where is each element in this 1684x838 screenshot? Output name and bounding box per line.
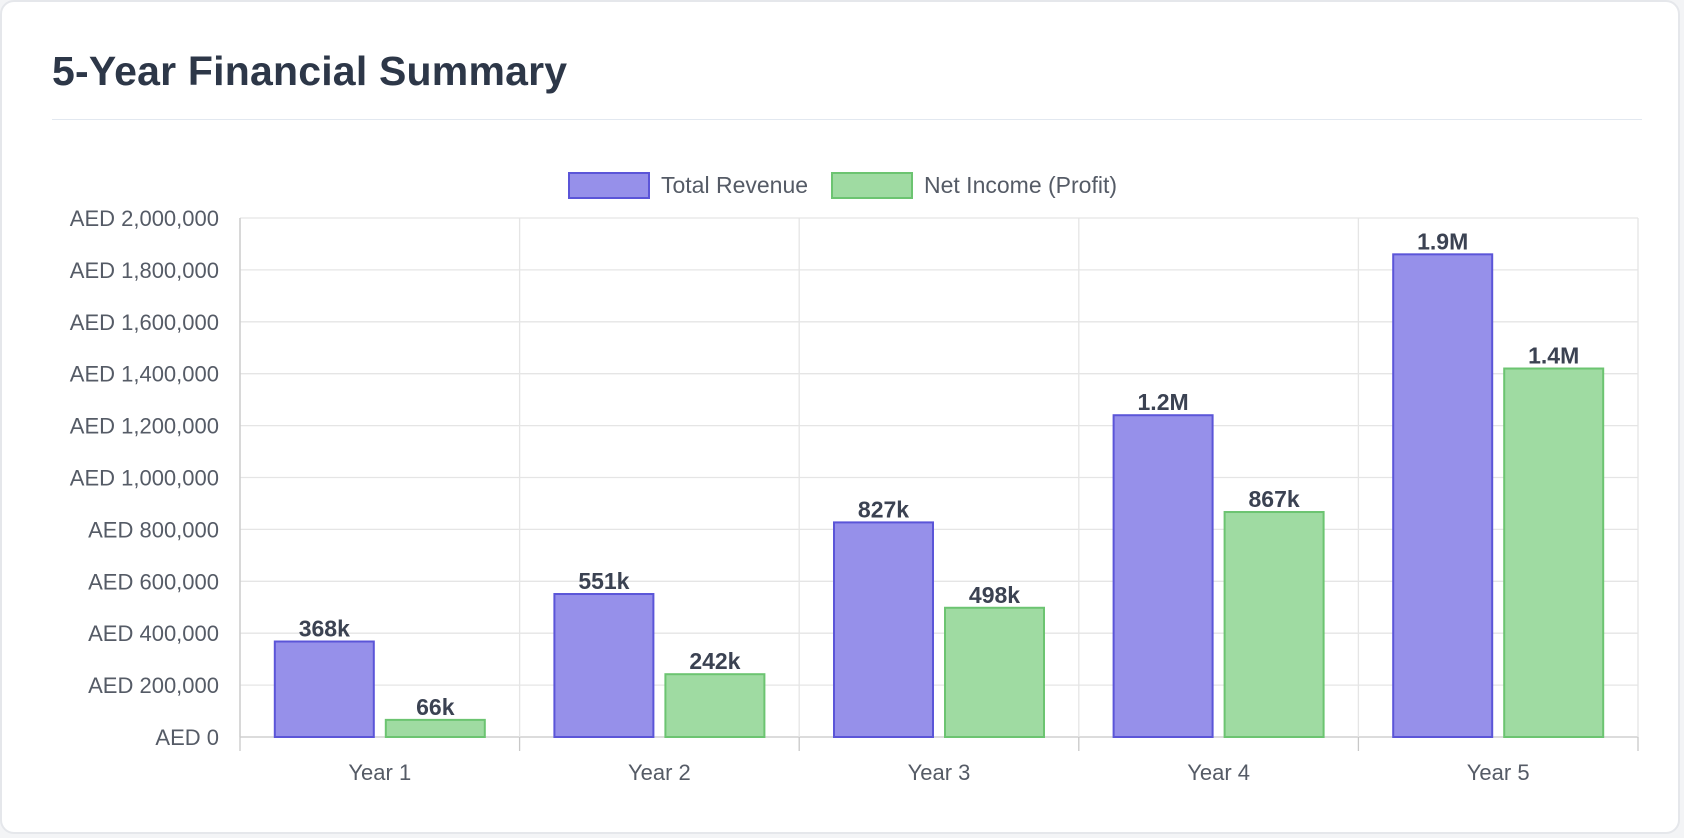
revenue-bar [833,521,934,738]
data-label: 1.4M [1528,343,1579,369]
x-tick-label: Year 3 [908,760,971,785]
y-tick-label: AED 1,600,000 [70,310,219,335]
data-label: 66k [416,694,455,720]
x-tick-label: Year 5 [1467,760,1530,785]
legend-label-revenue: Total Revenue [661,172,808,198]
legend-label-income: Net Income (Profit) [924,172,1117,198]
income-bar [384,718,486,738]
y-tick-label: AED 1,400,000 [70,362,219,387]
x-tick-label: Year 4 [1187,760,1250,785]
y-tick-label: AED 1,000,000 [70,466,219,491]
y-tick-label: AED 1,200,000 [70,414,219,439]
y-tick-label: AED 200,000 [88,673,219,698]
data-label: 368k [299,616,350,642]
legend-swatch-income [831,172,913,199]
revenue-bar [1392,253,1494,739]
revenue-bar [553,593,655,738]
revenue-bar [273,640,375,739]
data-label: 827k [858,496,909,522]
data-label: 551k [578,568,629,594]
y-tick-label: AED 800,000 [88,517,219,542]
data-label: 498k [969,582,1020,608]
income-bar [664,673,766,738]
income-bar [1223,511,1325,738]
data-label: 242k [689,648,740,674]
bar-chart: AED 0 AED 200,000 AED 400,000 AED 600,000 AE… [70,172,1639,785]
data-label: 1.2M [1138,389,1189,415]
data-label: 867k [1249,486,1300,512]
income-bar [944,606,1045,738]
legend-swatch-revenue [568,172,650,199]
y-tick-label: AED 600,000 [88,569,219,594]
income-bar [1503,367,1605,738]
y-tick-label: AED 0 [155,725,219,750]
y-tick-label: AED 2,000,000 [70,206,219,231]
x-tick-label: Year 1 [348,760,411,785]
data-label: 1.9M [1417,228,1468,254]
chart-card: 5-Year Financial Summary AED 0 AED 200,00… [0,0,1680,834]
revenue-bar [1112,414,1214,738]
y-tick-label: AED 400,000 [88,621,219,646]
y-tick-label: AED 1,800,000 [70,258,219,283]
x-tick-label: Year 2 [628,760,691,785]
